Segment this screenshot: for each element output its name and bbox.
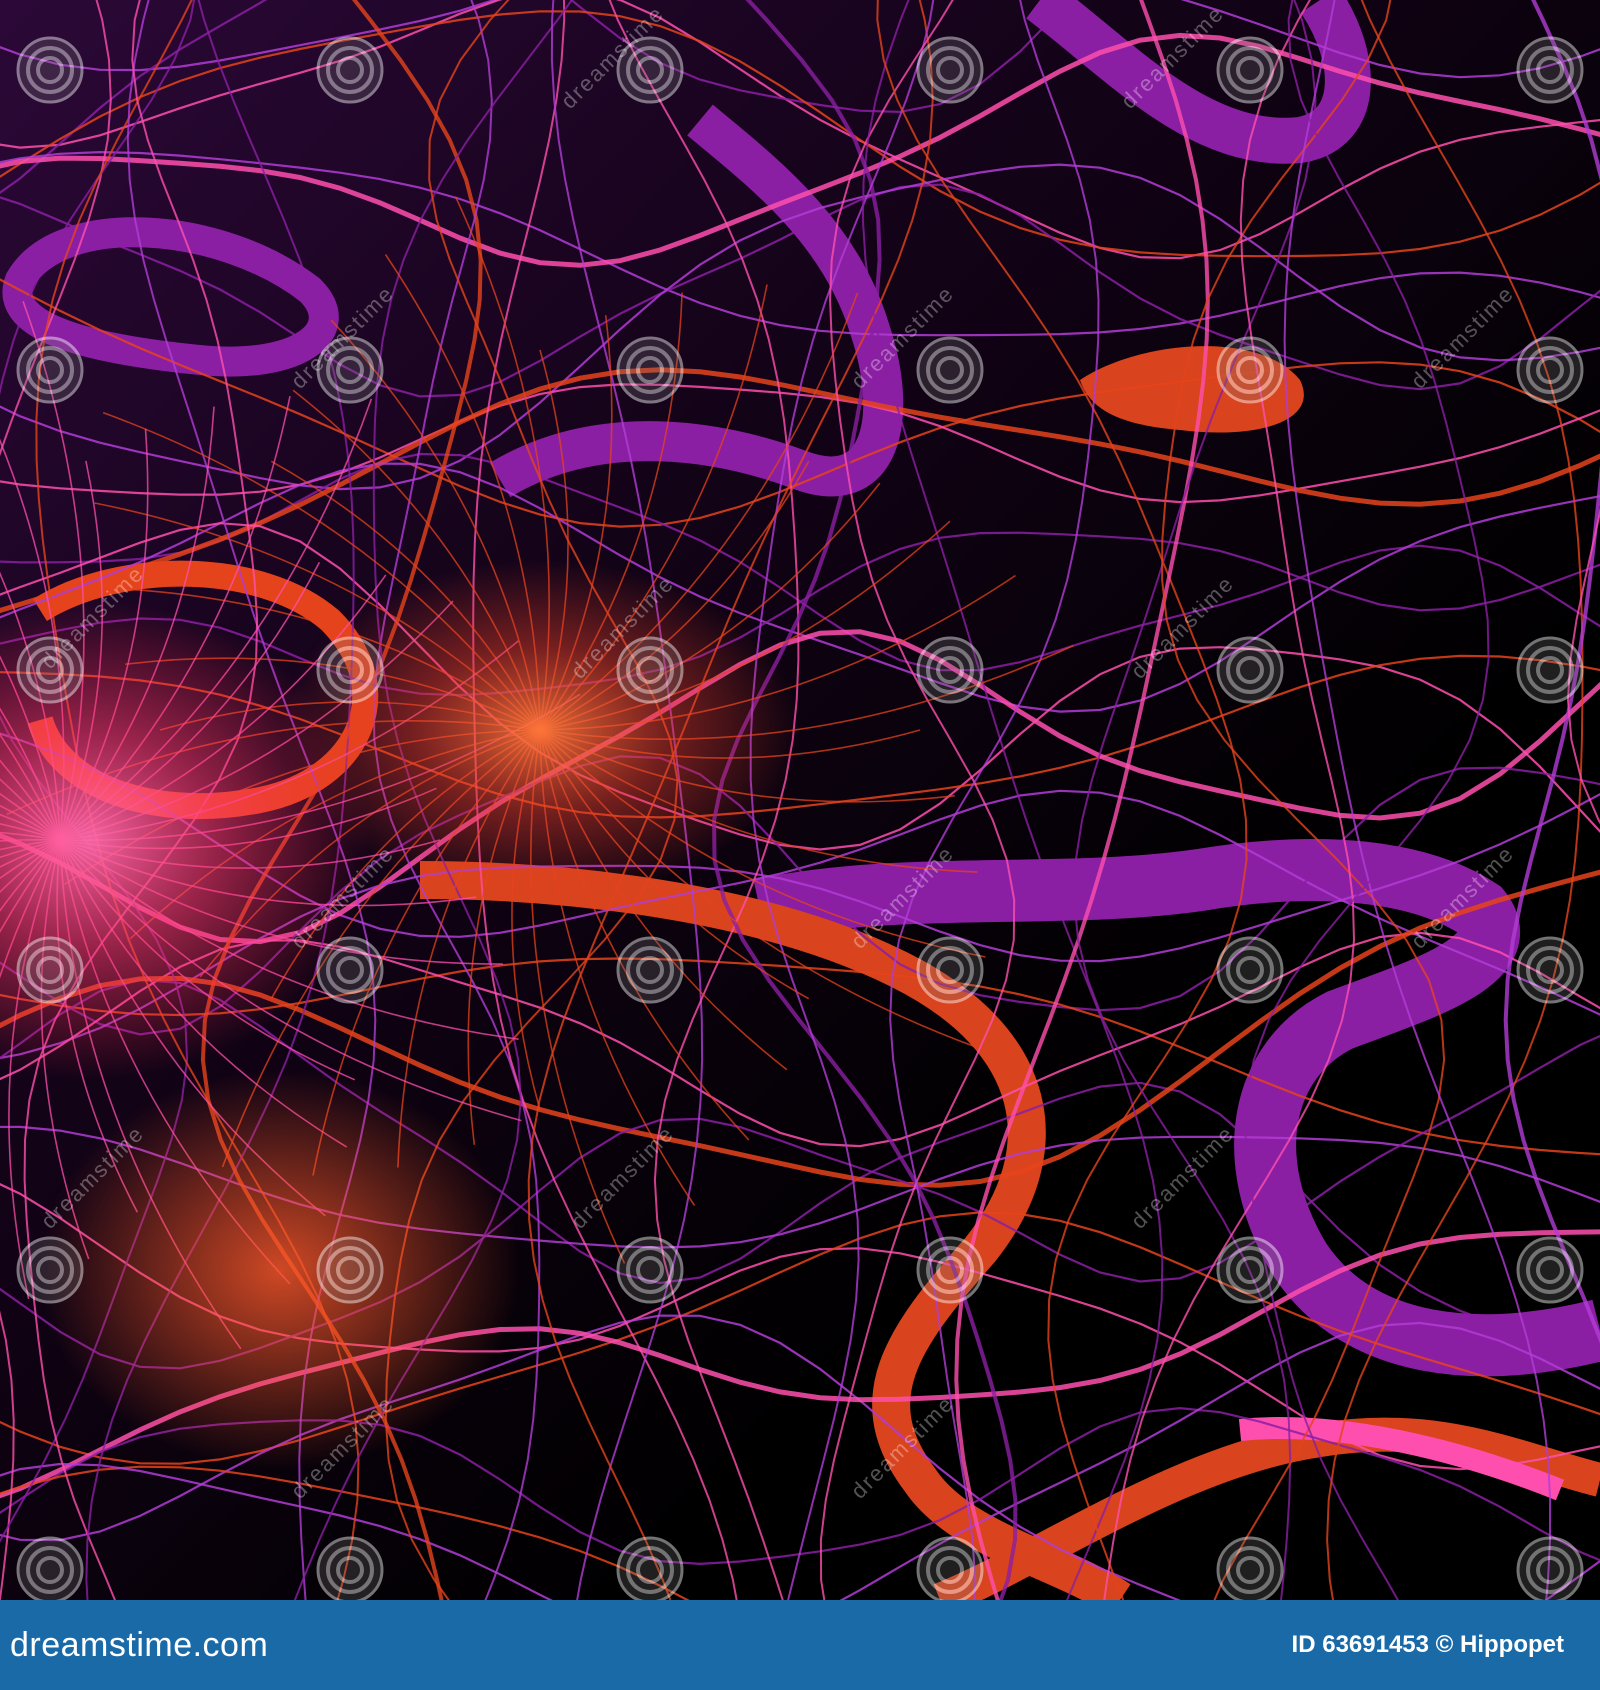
spiral-logo-icon bbox=[616, 336, 684, 404]
spiral-logo-icon bbox=[616, 936, 684, 1004]
spiral-logo-icon bbox=[916, 936, 984, 1004]
spiral-logo-icon bbox=[616, 1236, 684, 1304]
spiral-logo-icon bbox=[916, 36, 984, 104]
footer-bar: dreamstime.com ID 63691453 © Hippopet bbox=[0, 1600, 1600, 1690]
spiral-logo-icon bbox=[1516, 1236, 1584, 1304]
brand-name[interactable]: dreamstime.com bbox=[10, 1626, 268, 1665]
spiral-logo-icon bbox=[1216, 336, 1284, 404]
spiral-logo-icon bbox=[316, 936, 384, 1004]
orange-glow-bottom bbox=[40, 1070, 520, 1470]
spiral-logo-icon bbox=[1516, 336, 1584, 404]
spiral-logo-icon bbox=[1516, 636, 1584, 704]
spiral-logo-icon bbox=[316, 1536, 384, 1600]
spiral-logo-icon bbox=[16, 336, 84, 404]
spiral-logo-icon bbox=[916, 1236, 984, 1304]
spiral-logo-icon bbox=[16, 936, 84, 1004]
spiral-logo-icon bbox=[16, 36, 84, 104]
artwork-canvas: dreamstime dreamstimedreamstime dreamstime… bbox=[0, 0, 1600, 1600]
spiral-logo-icon bbox=[16, 1536, 84, 1600]
spiral-logo-icon bbox=[916, 636, 984, 704]
spiral-logo-icon bbox=[316, 36, 384, 104]
spiral-logo-icon bbox=[616, 636, 684, 704]
spiral-logo-icon bbox=[916, 1536, 984, 1600]
spiral-logo-icon bbox=[616, 1536, 684, 1600]
spiral-logo-icon bbox=[916, 336, 984, 404]
spiral-logo-icon bbox=[16, 1236, 84, 1304]
spiral-logo-icon bbox=[1516, 36, 1584, 104]
orange-glow-center bbox=[280, 560, 800, 900]
spiral-logo-icon bbox=[316, 1236, 384, 1304]
spiral-logo-icon bbox=[1216, 1236, 1284, 1304]
spiral-logo-icon bbox=[1216, 936, 1284, 1004]
spiral-logo-icon bbox=[1216, 36, 1284, 104]
spiral-logo-icon bbox=[1516, 936, 1584, 1004]
stock-id-credit: ID 63691453 © Hippopet bbox=[1291, 1631, 1564, 1658]
spiral-logo-icon bbox=[1516, 1536, 1584, 1600]
abstract-artwork: dreamstime dreamstime dreamstime dreamstime… bbox=[0, 0, 1600, 1600]
spiral-logo-icon bbox=[316, 636, 384, 704]
spiral-logo-icon bbox=[1216, 636, 1284, 704]
spiral-logo-icon bbox=[1216, 1536, 1284, 1600]
